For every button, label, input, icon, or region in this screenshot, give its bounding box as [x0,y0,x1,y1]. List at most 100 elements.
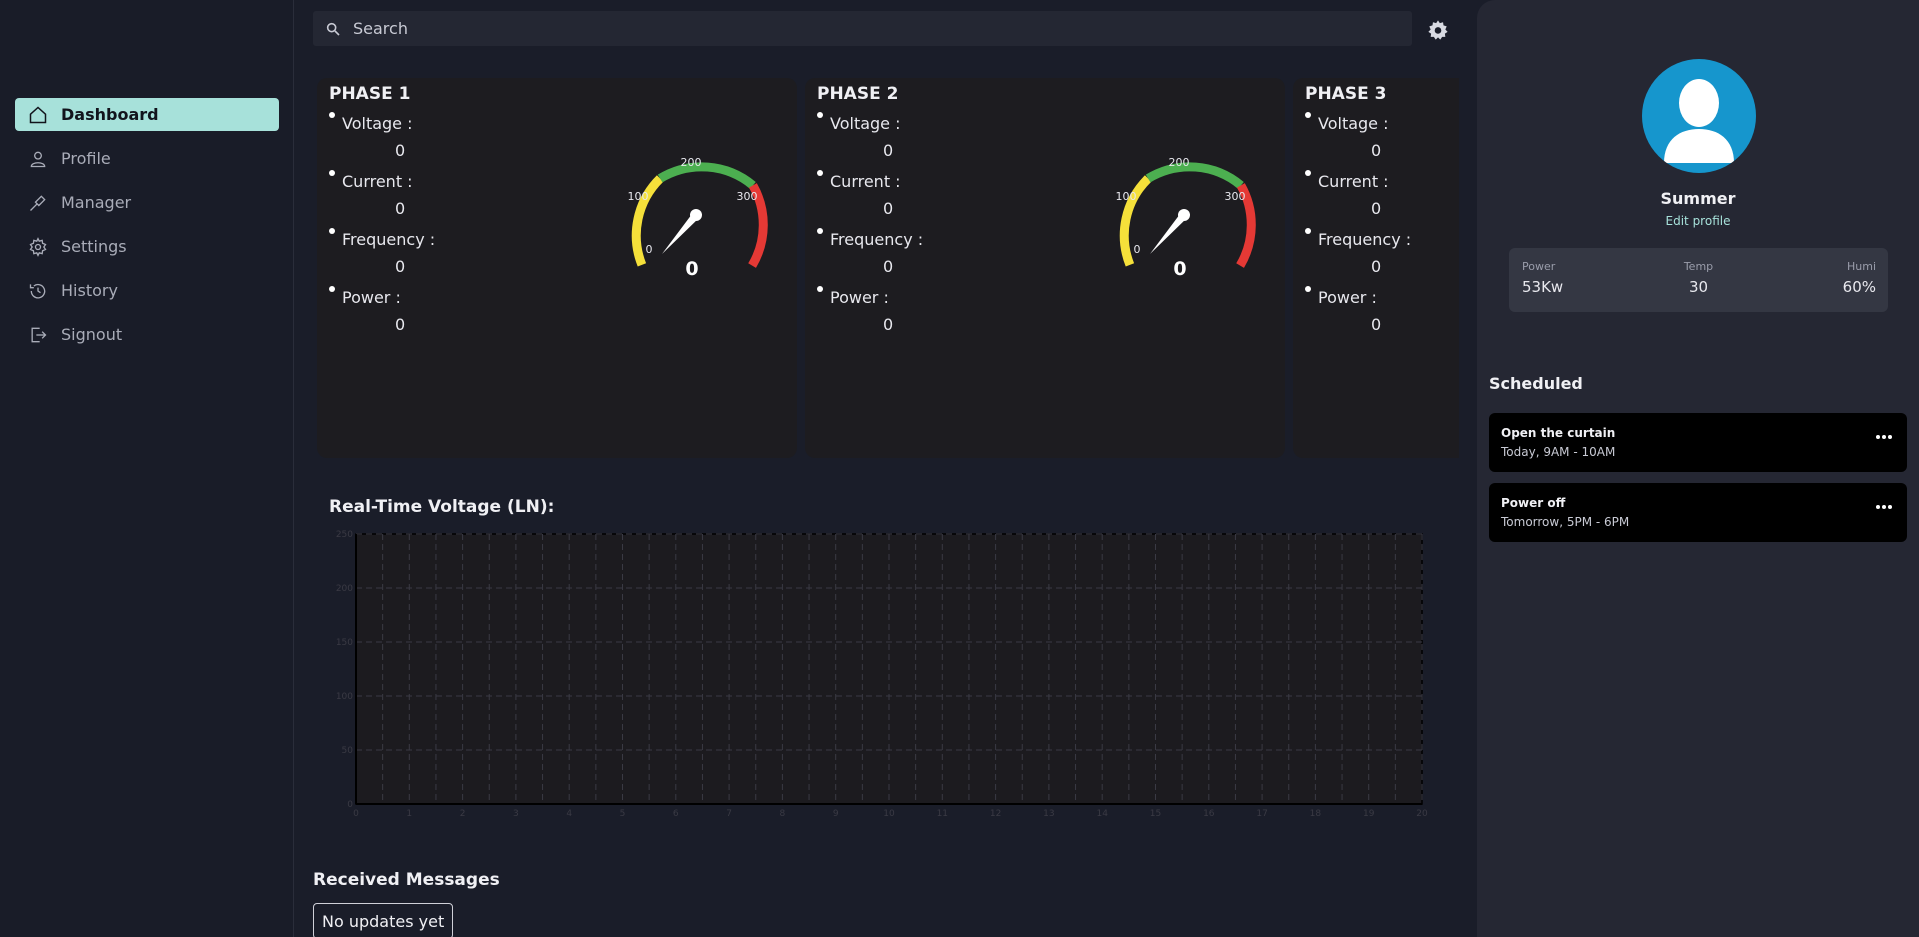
x-tick-label: 10 [883,809,895,819]
x-tick-label: 9 [833,809,839,819]
sidebar-item-label: History [61,281,118,300]
user-name: Summer [1660,189,1736,208]
bullet [817,286,823,292]
user-icon [27,148,49,170]
home-icon [27,104,49,126]
power-value: 0 [883,315,894,334]
x-tick-label: 8 [780,809,786,819]
x-tick-label: 16 [1203,809,1215,819]
messages-empty-box: No updates yet [313,903,454,937]
scheduled-task[interactable]: Open the curtain Today, 9AM - 10AM [1489,413,1907,472]
chart-title: Real-Time Voltage (LN): [329,497,555,517]
bullet [1305,228,1311,234]
frequency-value: 0 [1371,257,1382,276]
frequency-value: 0 [883,257,894,276]
x-tick-label: 7 [726,809,732,819]
current-value: 0 [1371,199,1382,218]
x-tick-label: 15 [1150,809,1161,819]
y-tick-label: 150 [336,638,353,648]
sidebar-item-dashboard[interactable]: Dashboard [15,98,279,131]
more-options-icon[interactable] [1875,434,1893,440]
stat-humidity: Humi 60% [1843,260,1876,296]
x-tick-label: 1 [406,809,412,819]
scheduled-task[interactable]: Power off Tomorrow, 5PM - 6PM [1489,483,1907,542]
x-tick-label: 4 [566,809,572,819]
bullet [817,170,823,176]
voltage-gauge: 0 100 200 300 0 [1116,156,1256,280]
sidebar-item-label: Manager [61,193,132,212]
edit-profile-link[interactable]: Edit profile [1477,214,1919,228]
x-tick-label: 0 [353,809,359,819]
sidebar-item-settings[interactable]: Settings [15,230,279,263]
x-tick-label: 19 [1363,809,1375,819]
sidebar-item-history[interactable]: History [15,274,279,307]
sidebar-item-profile[interactable]: Profile [15,142,279,175]
x-tick-label: 14 [1096,809,1108,819]
frequency-label: Frequency : [1318,230,1412,249]
messages-empty-text: No updates yet [322,911,445,931]
sidebar-item-signout[interactable]: Signout [15,318,279,351]
stat-label: Humi [1846,260,1876,273]
current-label: Current : [342,172,413,191]
search-input[interactable]: Search [313,11,1412,46]
stat-label: Temp [1683,260,1714,273]
bullet [329,286,335,292]
voltage-label: Voltage : [342,114,413,133]
current-value: 0 [395,199,406,218]
y-tick-label: 100 [336,692,353,702]
sidebar-item-manager[interactable]: Manager [15,186,279,219]
gauge-tick-0: 0 [1134,243,1141,256]
voltage-label: Voltage : [1318,114,1389,133]
bullet [329,112,335,118]
frequency-label: Frequency : [830,230,924,249]
gauge-value: 0 [1173,258,1186,280]
x-tick-label: 13 [1043,809,1054,819]
y-tick-label: 250 [336,530,353,540]
sidebar-item-label: Profile [61,149,111,168]
y-tick-label: 50 [342,746,354,756]
sidebar-item-label: Settings [61,237,127,256]
voltage-gauge: 0 100 200 300 0 [628,156,768,280]
power-value: 0 [395,315,406,334]
search-icon [326,22,340,36]
settings-gear-icon[interactable] [1427,19,1449,41]
gauge-value: 0 [685,258,698,280]
gauge-arc-mid [657,162,756,189]
sidebar-nav: Dashboard Profile Manager Settings Histo… [15,98,279,362]
voltage-chart: 0501001502002500 1 2 3 4 5 6 7 8 9 10 11 12 13 14 15 16 1… [336,530,1428,819]
avatar[interactable] [1642,59,1756,173]
gauge-tick-0: 0 [646,243,653,256]
gauge-hub [1178,209,1190,221]
bullet [817,112,823,118]
power-label: Power : [830,288,889,307]
gauge-tick-200: 200 [681,156,702,169]
gauge-tick-100: 100 [628,190,649,203]
gauge-tick-200: 200 [1169,156,1190,169]
x-tick-label: 3 [513,809,519,819]
x-tick-label: 12 [990,809,1001,819]
bullet [1305,170,1311,176]
task-time: Today, 9AM - 10AM [1501,445,1616,459]
voltage-label: Voltage : [830,114,901,133]
messages-title: Received Messages [313,870,500,890]
x-tick-label: 6 [673,809,679,819]
bullet [329,170,335,176]
x-tick-label: 18 [1310,809,1322,819]
bullet [329,228,335,234]
phase-cards: PHASE 1 Voltage : 0 Current : 0 Frequency … [313,78,1459,458]
x-tick-label: 11 [937,809,948,819]
search-placeholder: Search [353,19,408,38]
phase-1-card: PHASE 1 Voltage : 0 Current : 0 Frequency … [317,78,797,458]
more-options-icon[interactable] [1875,504,1893,510]
x-tick-label: 17 [1256,809,1267,819]
scheduled-title: Scheduled [1489,374,1583,393]
gauge-arc-mid [1145,162,1244,189]
sidebar: Dashboard Profile Manager Settings Histo… [0,0,294,937]
task-title: Power off [1501,496,1566,510]
stat-value: 60% [1842,278,1876,296]
tool-icon [27,192,49,214]
bullet [1305,112,1311,118]
frequency-label: Frequency : [342,230,436,249]
voltage-value: 0 [1371,141,1382,160]
frequency-value: 0 [395,257,406,276]
